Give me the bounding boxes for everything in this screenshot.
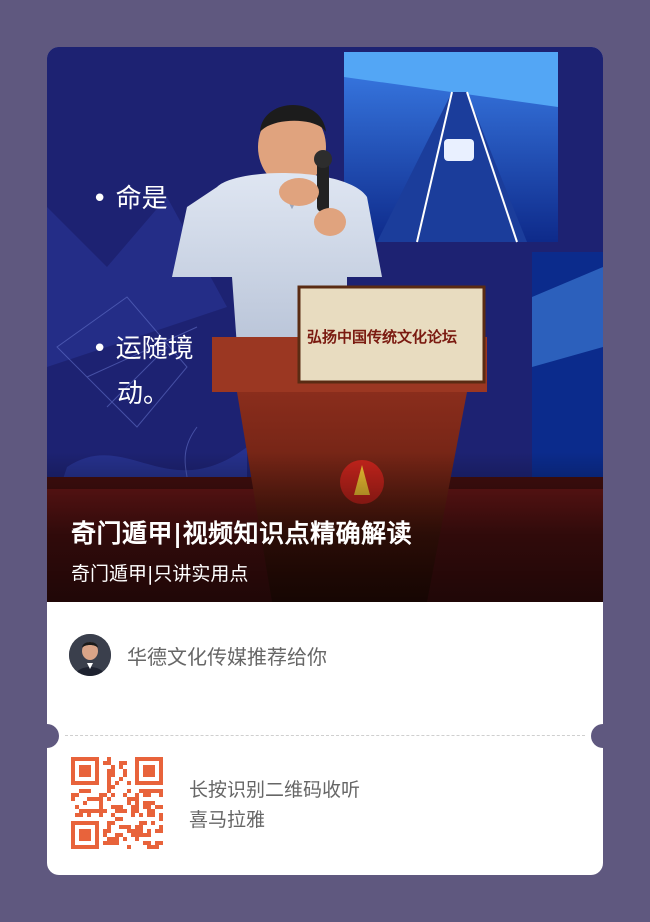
cover-subtitle: 奇门遁甲|只讲实用点 (71, 563, 249, 585)
ticket-notch-right (591, 724, 603, 748)
screen-text-3: 动。 (117, 379, 169, 409)
cover-photo: • 命是 • 运随境 动。 弘扬中国传统文化论坛 奇门遁甲|视频知识点精确解读 … (47, 47, 603, 602)
avatar-icon (69, 634, 111, 676)
dashed-divider (65, 735, 585, 736)
qr-instructions: 长按识别二维码收听 喜马拉雅 (189, 775, 360, 835)
cover-title: 奇门遁甲|视频知识点精确解读 (71, 519, 413, 548)
qr-code[interactable] (71, 757, 163, 849)
ticket-notch-left (47, 724, 59, 748)
screen-text-2: • 运随境 (92, 334, 194, 364)
qr-instruction-line-2: 喜马拉雅 (189, 809, 266, 831)
recommend-text: 华德文化传媒推荐给你 (127, 644, 327, 669)
recommender-row: 华德文化传媒推荐给你 (69, 634, 327, 676)
avatar (69, 634, 111, 676)
qr-instruction-line-1: 长按识别二维码收听 (189, 779, 361, 801)
screen-text-1: • 命是 (92, 184, 168, 214)
podium-banner-text: 弘扬中国传统文化论坛 (307, 328, 457, 346)
share-card: • 命是 • 运随境 动。 弘扬中国传统文化论坛 奇门遁甲|视频知识点精确解读 … (47, 47, 603, 875)
